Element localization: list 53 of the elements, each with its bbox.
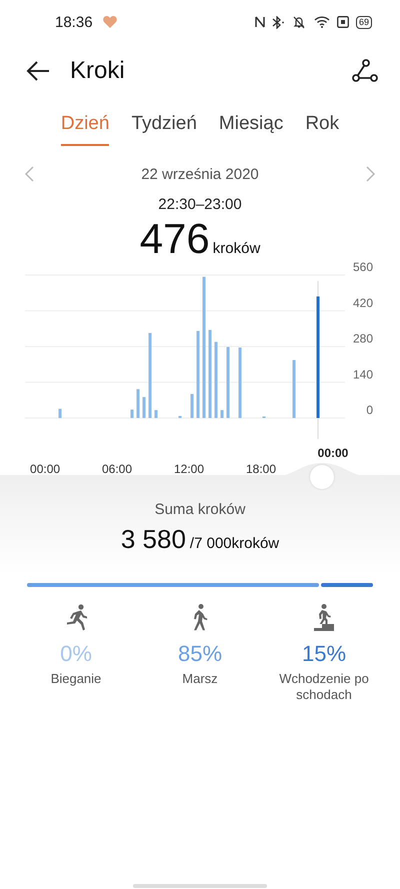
activity-label: Wchodzenie po schodach	[278, 671, 370, 703]
period-tab[interactable]: Rok	[305, 112, 340, 146]
step-bar	[292, 360, 296, 418]
stairs-climbing-icon	[312, 603, 336, 631]
total-title: Suma kroków	[154, 501, 246, 518]
step-bar	[220, 410, 224, 418]
back-arrow-icon[interactable]	[26, 61, 50, 81]
x-tick-label: 18:00	[246, 462, 276, 476]
step-bar	[58, 408, 62, 418]
steps-goal: /7 000kroków	[190, 535, 280, 552]
x-tick-label: 12:00	[174, 462, 204, 476]
page-title: Kroki	[70, 57, 125, 85]
step-unit: kroków	[212, 240, 260, 257]
x-tick-label: 00:00	[30, 462, 60, 476]
step-bar	[238, 348, 242, 418]
battery-level: 69	[356, 16, 372, 28]
step-bar	[142, 397, 146, 418]
step-bar	[136, 389, 140, 418]
previous-chevron-icon[interactable]	[24, 166, 34, 182]
screen-icon	[336, 16, 349, 28]
x-tick-label: 06:00	[102, 462, 132, 476]
activity-label: Marsz	[181, 671, 219, 687]
activity-percent: 15%	[302, 641, 346, 667]
y-tick-label: 420	[352, 296, 373, 310]
nfc-icon	[254, 16, 265, 28]
next-chevron-icon[interactable]	[366, 166, 376, 182]
y-tick-label: 140	[352, 367, 373, 382]
activity-share-bar	[321, 583, 373, 587]
step-bar	[130, 410, 134, 418]
bluetooth-icon	[272, 16, 284, 28]
step-bar	[154, 410, 158, 418]
y-tick-label: 0	[366, 403, 373, 417]
step-bar	[178, 416, 182, 418]
y-tick-label: 560	[352, 261, 373, 274]
step-bar	[190, 394, 194, 418]
total-steps: 3 580	[120, 524, 186, 555]
share-icon[interactable]	[352, 59, 378, 83]
activity-percent: 0%	[60, 641, 92, 667]
time-range: 22:30–23:00	[157, 196, 243, 213]
muted-bell-icon	[290, 16, 307, 28]
period-tab[interactable]: Tydzień	[131, 112, 197, 146]
activity-percent: 85%	[178, 641, 222, 667]
cursor-time-label: 00:00	[318, 446, 348, 460]
wifi-icon	[314, 16, 330, 28]
step-count: 476	[140, 215, 210, 263]
slider-handle[interactable]	[310, 465, 334, 489]
activity-label: Bieganie	[50, 671, 102, 687]
date-label: 22 września 2020	[141, 166, 259, 182]
step-bar	[226, 347, 230, 418]
status-time: 18:36	[55, 14, 93, 30]
period-tab[interactable]: Miesiąc	[218, 112, 284, 146]
y-tick-label: 280	[352, 332, 373, 346]
heart-rate-icon	[102, 16, 117, 28]
